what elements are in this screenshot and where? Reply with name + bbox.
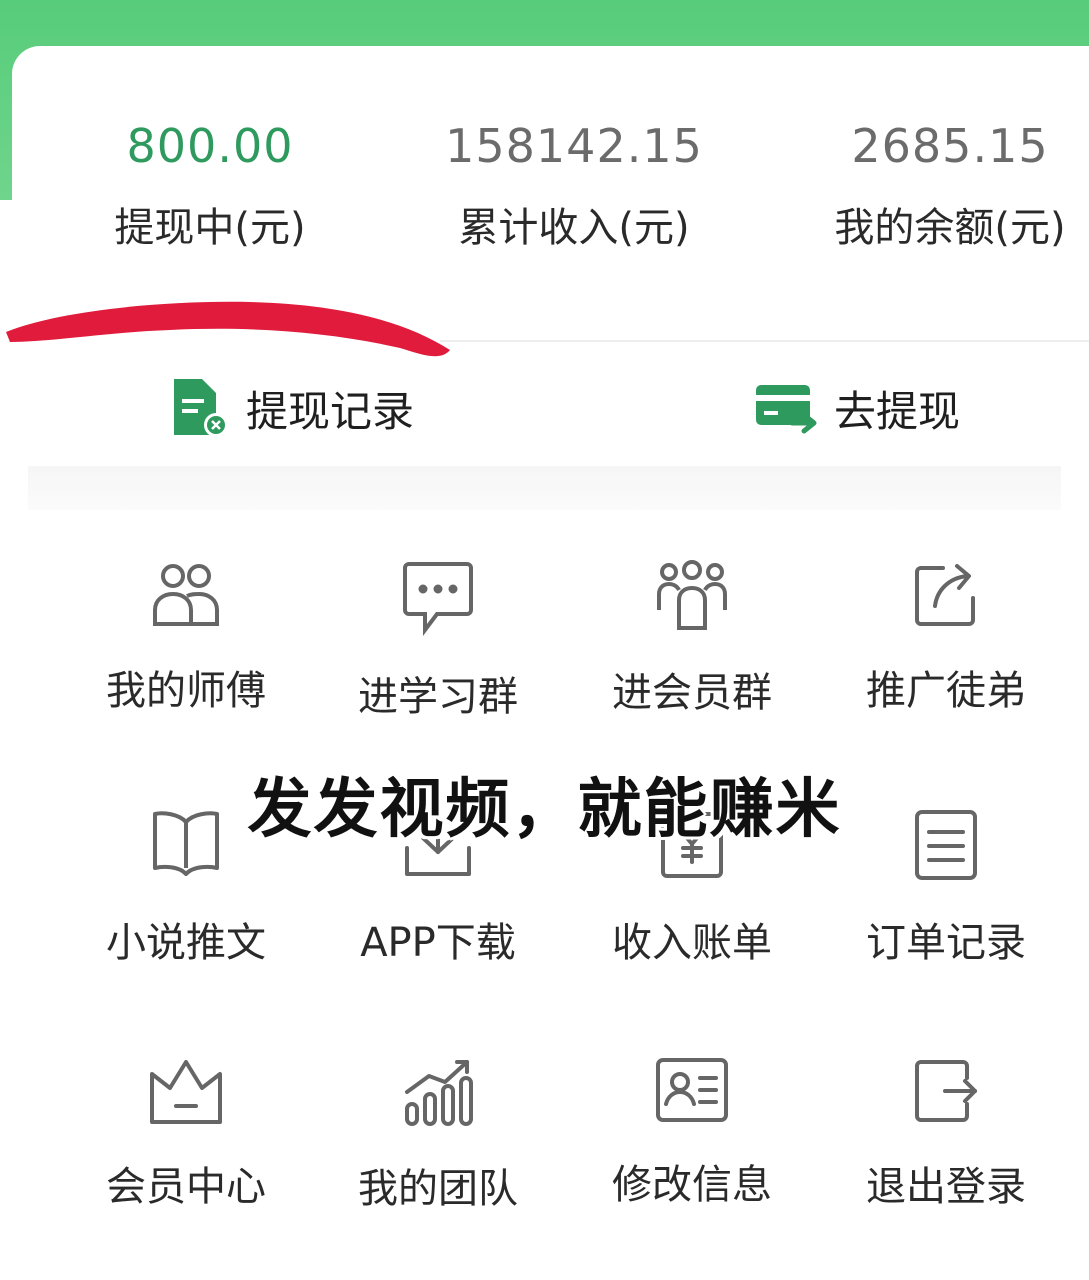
menu-label: 推广徒弟 [866,668,1026,714]
crown-icon [150,1060,222,1124]
stat-total-income[interactable]: 158142.15 累计收入(元) [424,118,724,254]
stat-label: 我的余额(元) [834,205,1066,251]
red-scribble-mark [6,301,450,357]
section-separator [28,466,1061,510]
withdraw-label: 去提现 [834,386,961,436]
id-card-icon [656,1058,728,1122]
stat-value: 158142.15 [445,119,703,173]
stat-withdrawing[interactable]: 800.00 提现中(元) [60,118,360,254]
withdraw-records-label: 提现记录 [246,386,415,436]
stat-label: 累计收入(元) [458,205,690,251]
record-doc-icon [174,379,228,437]
chat-bubble-icon [403,562,473,636]
menu-label: 小说推文 [106,920,266,966]
logout-icon [915,1060,977,1122]
stat-balance[interactable]: 2685.15 我的余额(元) [800,118,1089,254]
menu-label: 我的师傅 [106,668,266,714]
menu-label: 订单记录 [866,920,1026,966]
menu-label: 退出登录 [866,1164,1026,1210]
divider [440,340,1089,342]
menu-my-team[interactable]: 我的团队 [308,1056,568,1214]
withdraw-records-button[interactable]: 提现记录 [170,376,414,440]
menu-logout[interactable]: 退出登录 [816,1056,1076,1212]
menu-label: 进会员群 [612,670,772,716]
stat-value: 800.00 [126,119,294,173]
menu-member-center[interactable]: 会员中心 [56,1056,316,1212]
menu-edit-info[interactable]: 修改信息 [562,1056,822,1210]
overlay-caption: 发发视频，就能赚米 [247,773,842,847]
menu-join-study-group[interactable]: 进学习群 [308,560,568,722]
card-transfer-icon [756,385,817,434]
menu-label: 我的团队 [358,1166,518,1212]
withdraw-button[interactable]: 去提现 [754,376,960,440]
menu-label: 修改信息 [612,1162,772,1208]
menu-promote-apprentice[interactable]: 推广徒弟 [816,560,1076,716]
menu-label: 收入账单 [612,920,772,966]
menu-label: 进学习群 [358,674,518,720]
bar-chart-icon [405,1060,473,1126]
menu-join-member-group[interactable]: 进会员群 [562,560,822,718]
stat-label: 提现中(元) [114,205,306,251]
group-icon [657,560,727,630]
menu-my-master[interactable]: 我的师傅 [56,560,316,716]
menu-label: APP下载 [360,920,516,966]
menu-label: 会员中心 [106,1164,266,1210]
people-icon [153,564,219,626]
share-icon [915,564,975,626]
stat-value: 2685.15 [851,119,1049,173]
